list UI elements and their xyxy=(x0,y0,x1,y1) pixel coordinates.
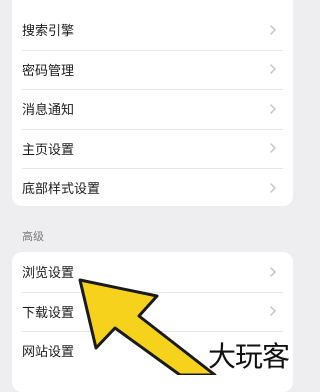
chevron-right-icon xyxy=(270,64,276,74)
chevron-right-icon xyxy=(270,267,276,277)
settings-item-homepage[interactable]: 主页设置 xyxy=(12,128,293,169)
settings-item-label: 下载设置 xyxy=(22,305,75,321)
settings-item-bottom-style[interactable]: 底部样式设置 xyxy=(12,168,293,208)
settings-item-label: 浏览设置 xyxy=(22,266,75,282)
settings-item-label: 搜索引擎 xyxy=(22,24,75,40)
chevron-right-icon xyxy=(270,143,276,153)
settings-item-label: 消息通知 xyxy=(22,103,75,119)
settings-item-browsing[interactable]: 浏览设置 xyxy=(12,252,293,292)
settings-item-label: 主页设置 xyxy=(22,142,75,158)
settings-item-label: 网站设置 xyxy=(22,345,75,361)
chevron-right-icon xyxy=(270,25,276,35)
settings-item-label: 底部样式设置 xyxy=(22,182,101,198)
settings-item-download[interactable]: 下载设置 xyxy=(12,291,293,332)
chevron-right-icon xyxy=(270,104,276,114)
chevron-right-icon xyxy=(270,306,276,316)
settings-list-top: 搜索引擎 密码管理 消息通知 主页设置 底部样式设置 xyxy=(12,0,293,206)
settings-item-password-manager[interactable]: 密码管理 xyxy=(12,49,293,90)
section-title-advanced: 高级 xyxy=(22,230,44,243)
chevron-right-icon xyxy=(270,183,276,193)
settings-item-search-engine[interactable]: 搜索引擎 xyxy=(12,10,293,50)
settings-item-label: 密码管理 xyxy=(22,63,75,79)
settings-item-notifications[interactable]: 消息通知 xyxy=(12,89,293,129)
watermark-logo: 大玩客 xyxy=(208,340,290,373)
